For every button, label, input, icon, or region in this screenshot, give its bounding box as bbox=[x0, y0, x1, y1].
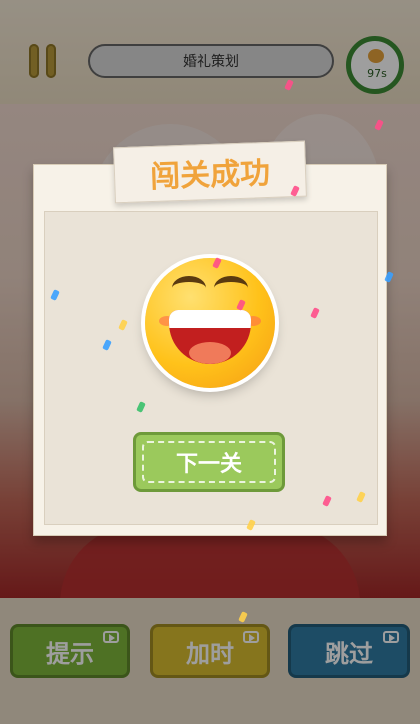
next-level-label: 下一关 bbox=[175, 452, 242, 477]
laughing-face-icon bbox=[145, 258, 275, 388]
right-eye bbox=[214, 276, 248, 300]
left-eye bbox=[172, 276, 206, 300]
dialog-title: 闯关成功 bbox=[113, 140, 307, 204]
teeth bbox=[169, 310, 251, 328]
next-level-button[interactable]: 下一关 bbox=[133, 432, 285, 492]
tongue bbox=[189, 342, 231, 364]
mouth bbox=[169, 310, 251, 364]
